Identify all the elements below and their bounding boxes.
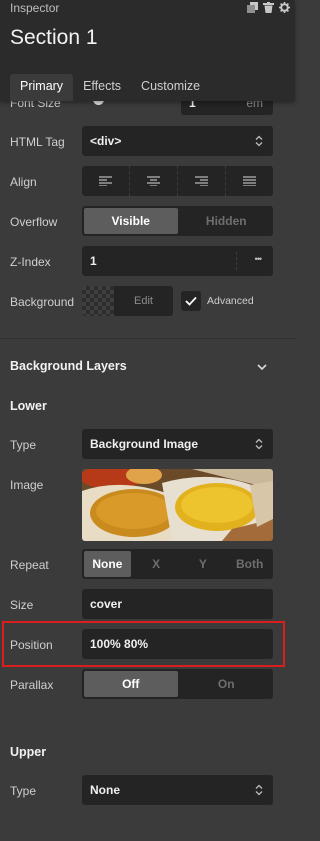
inspector-tabs: Primary Effects Customize bbox=[10, 74, 210, 101]
align-justify-icon[interactable] bbox=[226, 166, 273, 196]
tab-primary[interactable]: Primary bbox=[10, 74, 74, 101]
z-index-label: Z-Index bbox=[10, 255, 51, 269]
upper-type-value: None bbox=[90, 783, 120, 797]
lower-layer-title: Lower bbox=[10, 399, 47, 413]
overflow-toggle: Visible Hidden bbox=[82, 206, 273, 236]
chevron-down-icon[interactable] bbox=[256, 361, 268, 371]
select-chevron-icon bbox=[254, 437, 264, 451]
align-left-icon[interactable] bbox=[82, 166, 130, 196]
position-highlight-box bbox=[2, 621, 285, 667]
lower-image-label: Image bbox=[10, 478, 44, 492]
background-color-picker[interactable]: Edit bbox=[82, 286, 173, 316]
size-value: cover bbox=[90, 597, 123, 611]
repeat-none-button[interactable]: None bbox=[84, 551, 131, 577]
section-title: Section 1 bbox=[10, 26, 98, 49]
html-tag-select[interactable]: <div> bbox=[82, 126, 273, 156]
panel-label: Inspector bbox=[10, 1, 60, 15]
upper-layer-title: Upper bbox=[10, 745, 47, 759]
gear-icon[interactable] bbox=[279, 2, 290, 13]
more-options-icon[interactable]: ••• bbox=[255, 254, 263, 264]
repeat-toggle: None X Y Both bbox=[82, 549, 273, 579]
lower-type-label: Type bbox=[10, 438, 37, 452]
select-chevron-icon bbox=[254, 134, 264, 148]
select-chevron-icon bbox=[254, 783, 264, 797]
repeat-y-button[interactable]: Y bbox=[180, 549, 227, 579]
background-label: Background bbox=[10, 295, 75, 309]
parallax-label: Parallax bbox=[10, 678, 54, 692]
lower-type-select[interactable]: Background Image bbox=[82, 429, 273, 459]
parallax-on-button[interactable]: On bbox=[180, 669, 274, 699]
section-divider bbox=[0, 338, 295, 339]
upper-type-label: Type bbox=[10, 784, 37, 798]
tab-customize[interactable]: Customize bbox=[131, 74, 210, 101]
z-index-input[interactable]: 1 ••• bbox=[82, 246, 273, 276]
background-layers-title: Background Layers bbox=[10, 359, 127, 373]
size-label: Size bbox=[10, 598, 34, 612]
repeat-label: Repeat bbox=[10, 558, 49, 572]
upper-type-select[interactable]: None bbox=[82, 775, 273, 805]
align-right-icon[interactable] bbox=[178, 166, 226, 196]
advanced-label: Advanced bbox=[207, 295, 254, 307]
background-edit-button[interactable]: Edit bbox=[114, 286, 173, 316]
align-center-icon[interactable] bbox=[130, 166, 178, 196]
align-control bbox=[82, 166, 273, 196]
parallax-off-button[interactable]: Off bbox=[84, 671, 178, 697]
z-index-divider bbox=[236, 252, 237, 270]
html-tag-value: <div> bbox=[90, 134, 122, 148]
advanced-checkbox[interactable] bbox=[181, 291, 201, 311]
align-label: Align bbox=[10, 175, 37, 189]
tab-effects[interactable]: Effects bbox=[73, 74, 131, 101]
overflow-label: Overflow bbox=[10, 215, 58, 229]
parallax-toggle: Off On bbox=[82, 669, 273, 699]
background-image-thumbnail[interactable] bbox=[82, 469, 273, 541]
repeat-x-button[interactable]: X bbox=[133, 549, 180, 579]
overflow-hidden-button[interactable]: Hidden bbox=[180, 206, 274, 236]
copy-icon[interactable] bbox=[247, 2, 258, 13]
trash-icon[interactable] bbox=[263, 2, 274, 13]
transparent-swatch-icon bbox=[82, 286, 114, 316]
repeat-both-button[interactable]: Both bbox=[226, 549, 273, 579]
size-input[interactable]: cover bbox=[82, 589, 273, 619]
overflow-visible-button[interactable]: Visible bbox=[84, 208, 178, 234]
z-index-value: 1 bbox=[90, 254, 97, 268]
checkmark-icon bbox=[185, 296, 197, 306]
html-tag-label: HTML Tag bbox=[10, 135, 65, 149]
inspector-header: Inspector Section 1 Primary Effects Cust… bbox=[0, 0, 295, 101]
lower-type-value: Background Image bbox=[90, 437, 199, 451]
